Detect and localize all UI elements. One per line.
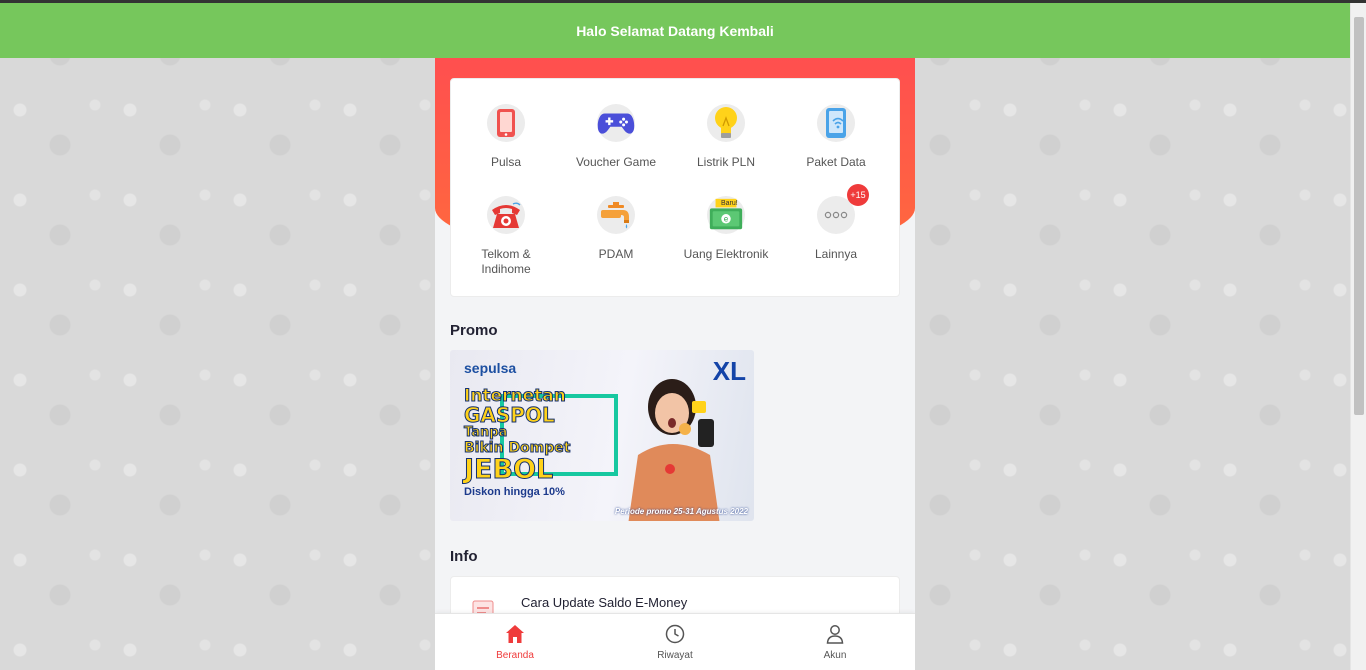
promo-section-title: Promo — [450, 322, 498, 339]
menu-label: Telkom & Indihome — [481, 247, 531, 276]
page-scrollbar[interactable] — [1350, 3, 1366, 670]
svg-text:e: e — [724, 215, 729, 224]
promo-person-image — [628, 379, 720, 521]
bottom-navigation: Beranda Riwayat Akun — [435, 613, 915, 670]
promo-headline-line4: Bikin Dompet — [463, 440, 571, 456]
menu-item-telkom-indihome[interactable]: Telkom & Indihome — [451, 196, 561, 277]
header-title: Halo Selamat Datang Kembali — [576, 22, 774, 39]
menu-label: Pulsa — [490, 155, 522, 169]
menu-item-pdam[interactable]: PDAM — [561, 196, 671, 262]
promo-headline-line2: GASPOL — [464, 403, 556, 427]
menu-label: Voucher Game — [575, 155, 657, 169]
more-icon: +15 — [817, 184, 869, 234]
promo-brand: sepulsa — [464, 360, 517, 376]
menu-item-pulsa[interactable]: Pulsa — [451, 104, 561, 170]
user-icon — [826, 624, 844, 644]
e-money-icon: e Baru! — [707, 196, 745, 234]
menu-label: Paket Data — [806, 155, 866, 169]
menu-item-lainnya[interactable]: +15 Lainnya — [781, 184, 891, 262]
promo-banner[interactable]: sepulsa Internetan GASPOL Tanpa Bikin Do… — [450, 350, 754, 521]
new-tag: Baru! — [721, 200, 738, 207]
menu-label: Lainnya — [814, 247, 858, 261]
page-header: Halo Selamat Datang Kembali — [0, 3, 1350, 58]
count-badge: +15 — [847, 184, 869, 206]
promo-discount: Diskon hingga 10% — [464, 486, 565, 498]
nav-akun[interactable]: Akun — [755, 614, 915, 670]
menu-item-listrik-pln[interactable]: Listrik PLN — [671, 104, 781, 170]
home-icon — [506, 624, 524, 643]
app-container: Pulsa Voucher Game Listrik PLN Paket Dat… — [435, 58, 915, 670]
nav-beranda[interactable]: Beranda — [435, 614, 595, 670]
nav-riwayat[interactable]: Riwayat — [595, 614, 755, 670]
menu-item-uang-elektronik[interactable]: e Baru! Uang Elektronik — [671, 196, 781, 262]
service-menu-card: Pulsa Voucher Game Listrik PLN Paket Dat… — [450, 78, 900, 297]
phone-icon — [487, 104, 525, 142]
scrollbar-thumb[interactable] — [1354, 17, 1364, 415]
water-tap-icon — [597, 196, 635, 234]
clock-icon — [665, 624, 685, 643]
nav-label: Riwayat — [657, 649, 693, 661]
menu-label: Listrik PLN — [696, 155, 755, 169]
xl-logo: XL — [712, 356, 746, 386]
promo-period: Periode promo 25-31 Agustus 2022 — [614, 507, 748, 516]
info-item-title: Cara Update Saldo E-Money — [521, 595, 688, 610]
mobile-data-icon — [817, 104, 855, 142]
menu-item-voucher-game[interactable]: Voucher Game — [561, 104, 671, 170]
info-section-title: Info — [450, 548, 478, 565]
menu-label: Uang Elektronik — [683, 247, 769, 261]
nav-label: Beranda — [496, 649, 534, 661]
menu-item-paket-data[interactable]: Paket Data — [781, 104, 891, 170]
menu-label: PDAM — [598, 247, 634, 261]
telephone-icon — [487, 196, 525, 234]
gamepad-icon — [597, 104, 635, 142]
promo-headline-line5: JEBOL — [463, 454, 554, 485]
lightbulb-icon — [707, 104, 745, 142]
promo-headline-line3: Tanpa — [463, 425, 508, 440]
nav-label: Akun — [823, 649, 847, 661]
